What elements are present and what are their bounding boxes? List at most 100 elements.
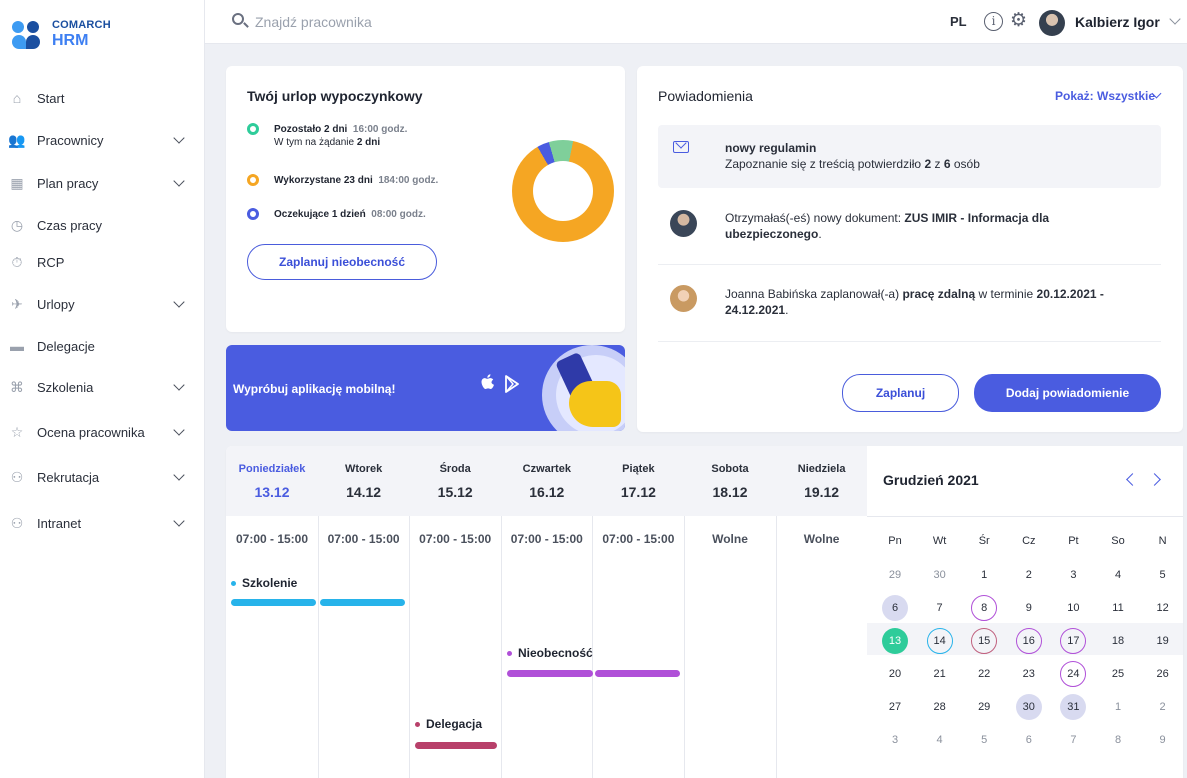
mobile-app-banner[interactable]: Wypróbuj aplikację mobilną! [226, 345, 625, 431]
day-hours: 07:00 - 15:00 [510, 532, 583, 546]
info-icon[interactable]: i [984, 12, 1003, 31]
day-column[interactable]: Wtorek 14.12 07:00 - 15:00 [318, 446, 410, 778]
sidebar-item-czas-pracy[interactable]: ◷ Czas pracy [0, 207, 205, 243]
calendar-day[interactable]: 18 [1105, 628, 1131, 654]
sidebar-item-start[interactable]: ⌂ Start [0, 80, 205, 116]
calendar-day[interactable]: 31 [1060, 694, 1087, 720]
sidebar-item-label: Urlopy [37, 296, 75, 312]
notification-item[interactable]: Otrzymałaś(-eś) nowy dokument: ZUS IMIR … [658, 194, 1161, 264]
calendar-day[interactable]: 24 [1060, 661, 1087, 687]
notification-item[interactable]: nowy regulamin Zapoznanie się z treścią … [658, 125, 1161, 188]
calendar-day[interactable]: 4 [1105, 562, 1131, 588]
google-play-icon[interactable] [504, 375, 520, 393]
calendar-day[interactable]: 11 [1105, 595, 1131, 621]
chevron-right-icon[interactable] [1148, 473, 1161, 486]
sidebar-item-plan-pracy[interactable]: ▦ Plan pracy [0, 165, 205, 201]
calendar-weekday: Pn [888, 535, 902, 547]
calendar-day[interactable]: 29 [882, 562, 908, 588]
calendar-day[interactable]: 10 [1060, 595, 1086, 621]
event-label-training[interactable]: Szkolenie [231, 576, 297, 590]
chevron-down-icon[interactable] [173, 424, 185, 436]
calendar-day[interactable]: 23 [1016, 661, 1042, 687]
day-column[interactable]: Piątek 17.12 07:00 - 15:00 [592, 446, 684, 778]
gear-icon[interactable]: ⚙ [1010, 10, 1027, 32]
app-logo[interactable]: COMARCH HRM [12, 20, 111, 49]
chevron-down-icon[interactable] [173, 132, 185, 144]
hand-illustration [569, 381, 621, 427]
day-column[interactable]: Niedziela 19.12 Wolne [776, 446, 868, 778]
sidebar-item-intranet[interactable]: ⚇ Intranet [0, 505, 205, 541]
sidebar-item-label: Ocena pracownika [37, 424, 145, 440]
sidebar-item-rcp[interactable]: ⏱ RCP [0, 244, 205, 280]
event-label-absence[interactable]: Nieobecność [507, 646, 593, 660]
search-input[interactable] [255, 11, 655, 33]
calendar-day[interactable]: 3 [882, 727, 908, 753]
calendar-day-today[interactable]: 13 [882, 628, 908, 654]
calendar-day[interactable]: 6 [882, 595, 908, 621]
chevron-down-icon[interactable] [173, 379, 185, 391]
calendar-day[interactable]: 27 [882, 694, 908, 720]
day-column[interactable]: Czwartek 16.12 07:00 - 15:00 [501, 446, 593, 778]
notification-text: Otrzymałaś(-eś) nowy dokument: [725, 211, 902, 225]
calendar-day[interactable]: 8 [1105, 727, 1131, 753]
user-avatar[interactable] [1039, 10, 1065, 36]
sidebar-item-delegacje[interactable]: ▬ Delegacje [0, 328, 205, 364]
chevron-down-icon[interactable] [173, 296, 185, 308]
calendar-day[interactable]: 14 [926, 628, 953, 654]
chevron-down-icon[interactable] [1169, 13, 1181, 25]
calendar-day[interactable]: 12 [1150, 595, 1176, 621]
calendar-day[interactable]: 1 [1105, 694, 1131, 720]
user-name[interactable]: Kalbierz Igor [1075, 14, 1160, 30]
calendar-day[interactable]: 2 [1016, 562, 1042, 588]
calendar-day[interactable]: 20 [882, 661, 908, 687]
sidebar-item-szkolenia[interactable]: ⌘ Szkolenia [0, 369, 205, 405]
calendar-day[interactable]: 5 [1150, 562, 1176, 588]
plan-button[interactable]: Zaplanuj [842, 374, 959, 412]
chevron-down-icon[interactable] [173, 469, 185, 481]
calendar-day[interactable]: 7 [927, 595, 953, 621]
calendar-day[interactable]: 25 [1105, 661, 1131, 687]
sidebar-item-rekrutacja[interactable]: ⚇ Rekrutacja [0, 459, 205, 495]
calendar-day[interactable]: 15 [971, 628, 998, 654]
day-column[interactable]: Sobota 18.12 Wolne [684, 446, 776, 778]
calendar-day[interactable]: 2 [1150, 694, 1176, 720]
apple-icon[interactable] [480, 373, 496, 391]
plan-absence-button[interactable]: Zaplanuj nieobecność [247, 244, 437, 280]
calendar-day[interactable]: 1 [971, 562, 997, 588]
event-bar-absence[interactable] [595, 670, 680, 677]
calendar-day[interactable]: 21 [927, 661, 953, 687]
calendar-day[interactable]: 7 [1060, 727, 1086, 753]
sidebar-item-ocena-pracownika[interactable]: ☆ Ocena pracownika [0, 414, 205, 450]
calendar-day[interactable]: 9 [1016, 595, 1042, 621]
event-dot-icon [415, 721, 420, 727]
language-switch[interactable]: PL [950, 14, 967, 29]
event-bar-training[interactable] [231, 599, 316, 606]
chevron-left-icon[interactable] [1126, 473, 1139, 486]
calendar-day[interactable]: 26 [1150, 661, 1176, 687]
calendar-day[interactable]: 3 [1060, 562, 1086, 588]
chevron-down-icon[interactable] [173, 515, 185, 527]
add-notification-button[interactable]: Dodaj powiadomienie [974, 374, 1161, 412]
calendar-day[interactable]: 22 [971, 661, 997, 687]
notifications-filter[interactable]: Pokaż: Wszystkie [1055, 89, 1155, 103]
calendar-day[interactable]: 19 [1150, 628, 1176, 654]
calendar-day[interactable]: 8 [971, 595, 998, 621]
calendar-day[interactable]: 4 [927, 727, 953, 753]
calendar-day[interactable]: 6 [1016, 727, 1042, 753]
sidebar-item-pracownicy[interactable]: 👥 Pracownicy [0, 122, 205, 158]
calendar-day[interactable]: 5 [971, 727, 997, 753]
event-bar-training[interactable] [320, 599, 405, 606]
chevron-down-icon[interactable] [173, 175, 185, 187]
calendar-day[interactable]: 9 [1150, 727, 1176, 753]
calendar-day[interactable]: 16 [1015, 628, 1042, 654]
calendar-day[interactable]: 28 [927, 694, 953, 720]
calendar-day[interactable]: 29 [971, 694, 997, 720]
calendar-day[interactable]: 30 [1015, 694, 1042, 720]
calendar-day[interactable]: 30 [927, 562, 953, 588]
sidebar-item-urlopy[interactable]: ✈ Urlopy [0, 286, 205, 322]
event-bar-delegation[interactable] [415, 742, 497, 749]
event-bar-absence[interactable] [507, 670, 593, 677]
day-column[interactable]: Poniedziałek 13.12 07:00 - 15:00 [226, 446, 318, 778]
event-label-delegation[interactable]: Delegacja [415, 717, 482, 731]
notification-item[interactable]: Joanna Babińska zaplanował(-a) pracę zda… [658, 265, 1161, 341]
